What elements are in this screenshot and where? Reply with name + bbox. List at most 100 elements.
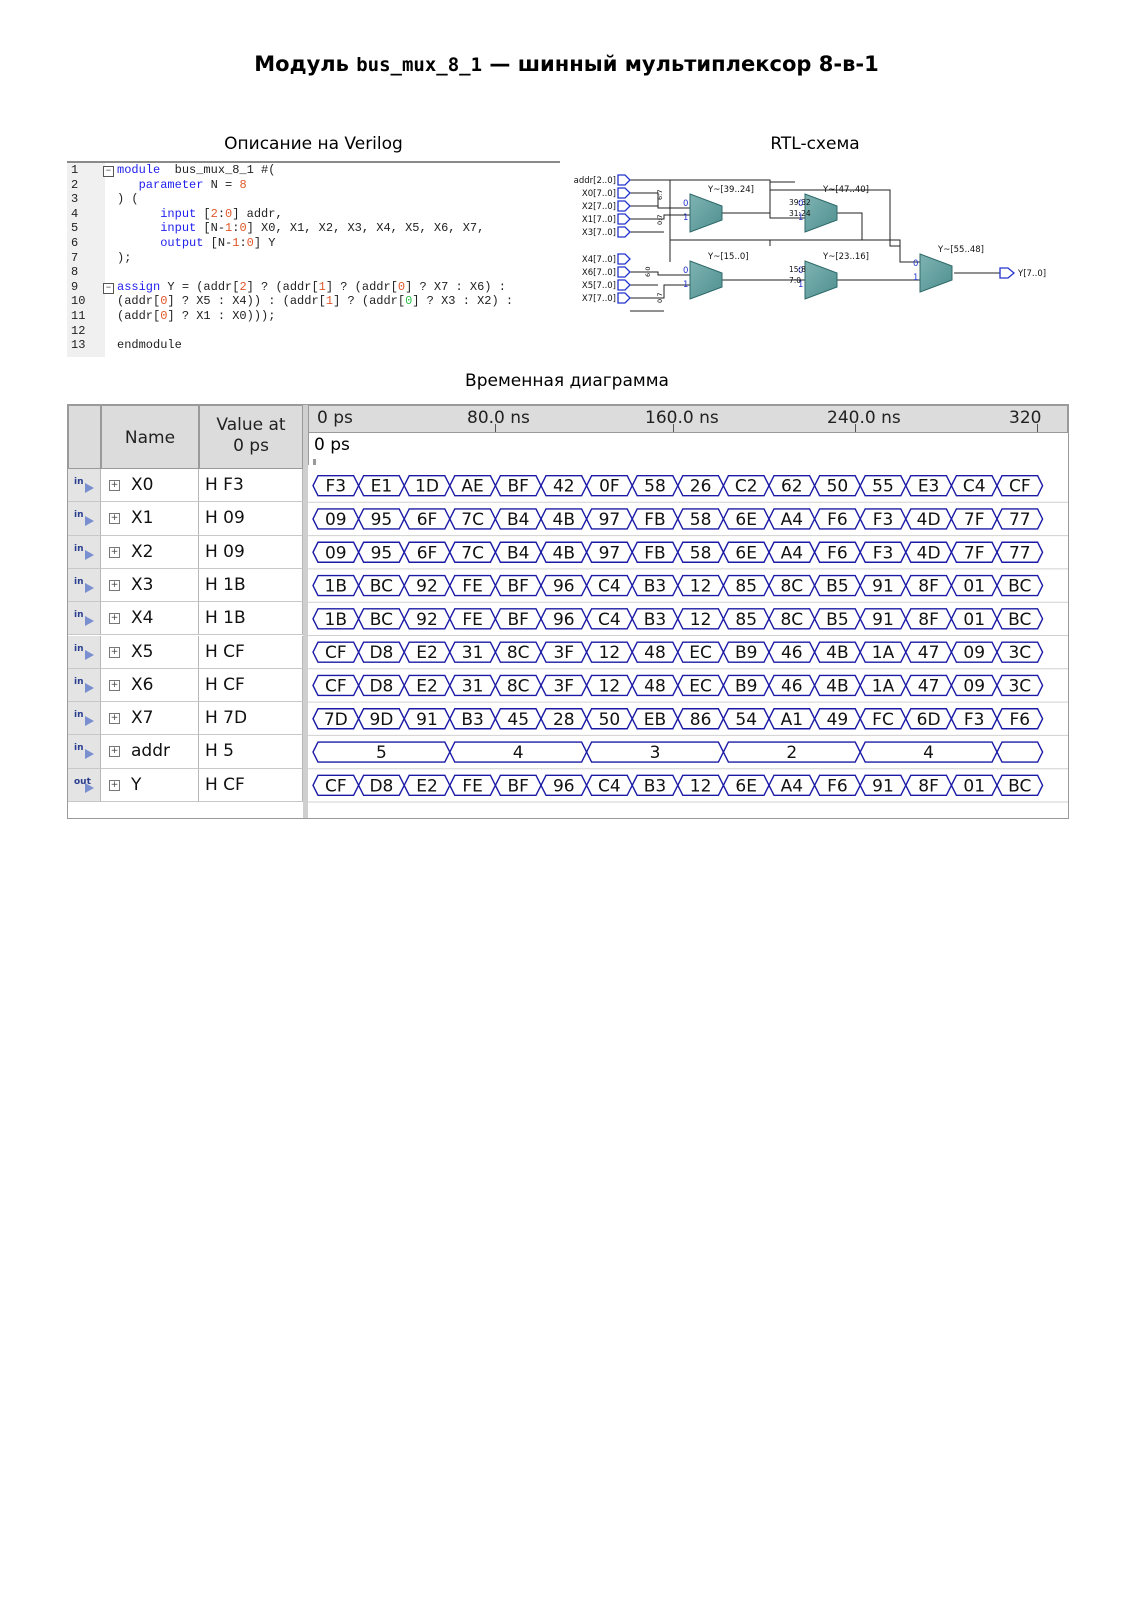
bus-value-label: 12 <box>690 776 712 796</box>
bus-value-label: 4B <box>553 510 575 530</box>
time-tick-mark <box>495 424 496 432</box>
bus-value-label: 96 <box>553 776 575 796</box>
bus-segment <box>996 741 1044 763</box>
bus-value-label: E2 <box>416 676 438 696</box>
fold-toggle-icon[interactable]: − <box>103 282 114 294</box>
pin-direction-label: in <box>74 676 84 687</box>
code-text: (addr[0] ? X1 : X0))); <box>117 309 275 324</box>
bus-value-label: 8C <box>507 643 530 663</box>
bit-tap-label: 0:7 <box>656 293 664 303</box>
time-ruler[interactable]: 0 ps 80.0 ns 160.0 ns 240.0 ns 320 <box>308 405 1068 433</box>
code-token: ] addr, <box>232 206 283 221</box>
mux-block <box>689 193 723 233</box>
cursor-marker[interactable] <box>313 459 316 465</box>
signal-name-cell[interactable]: + X1 <box>101 502 199 536</box>
expand-plus-icon[interactable]: + <box>109 546 120 558</box>
expand-plus-icon[interactable]: + <box>109 613 120 625</box>
signal-name-cell[interactable]: + X6 <box>101 668 199 703</box>
verilog-code-panel: 1− module bus_mux_8_1 #(2 parameter N = 8… <box>67 161 560 357</box>
output-port-label: Y[7..0] <box>1017 269 1046 279</box>
code-token: 0 <box>246 236 254 250</box>
mux-label: Y~[47..40] <box>822 185 869 195</box>
bus-value-label: 95 <box>371 543 393 563</box>
line-number: 2 <box>71 177 79 192</box>
expand-plus-icon[interactable]: + <box>109 513 120 525</box>
fold-toggle-icon[interactable]: − <box>103 166 114 177</box>
bus-value-label: B5 <box>826 610 848 630</box>
bus-value-label: CF <box>325 676 347 696</box>
pin-direction-label: in <box>74 643 84 654</box>
bus-value-label: 4B <box>826 643 848 663</box>
line-number: 10 <box>71 294 86 309</box>
bus-value-label: 5 <box>376 743 387 763</box>
signal-type-cell: in <box>68 702 101 736</box>
name-column-header[interactable]: Name <box>101 405 199 469</box>
bus-value-label: F3 <box>873 543 894 563</box>
signal-name-cell[interactable]: + X5 <box>101 635 199 669</box>
code-token: Y = (addr[ <box>160 279 240 294</box>
bus-value-label: EC <box>689 643 712 663</box>
expand-plus-icon[interactable]: + <box>109 646 120 658</box>
bus-value-label: 6F <box>417 543 438 563</box>
select-1-label: 1 <box>683 213 688 223</box>
bus-value-label: D8 <box>369 643 393 663</box>
expand-plus-icon[interactable]: + <box>109 579 120 591</box>
bus-value-label: 42 <box>553 477 575 497</box>
code-token: 0 <box>397 279 406 294</box>
bus-value-label: 1A <box>872 676 895 696</box>
bus-value-label: 1B <box>325 577 347 597</box>
input-pin-icon: in <box>74 743 98 761</box>
line-number: 3 <box>71 192 79 207</box>
signal-type-cell: in <box>68 469 101 503</box>
input-port-icon <box>617 253 631 265</box>
signal-name-cell[interactable]: + addr <box>101 735 199 769</box>
bus-value-label: 77 <box>1009 543 1031 563</box>
expand-plus-icon[interactable]: + <box>109 480 120 491</box>
code-token: endmodule <box>117 338 182 353</box>
signal-name-cell[interactable]: + X2 <box>101 535 199 569</box>
bus-value-label: 09 <box>325 510 347 530</box>
signal-name-cell[interactable]: + Y <box>101 768 199 802</box>
signal-name-cell[interactable]: + X0 <box>101 469 199 503</box>
pin-arrow-icon <box>85 582 94 593</box>
line-number: 12 <box>71 323 86 338</box>
bus-value-label: 3F <box>553 676 574 696</box>
bus-value-label: E2 <box>416 776 438 796</box>
bus-value-label: 09 <box>963 643 985 663</box>
pin-direction-label: in <box>74 543 84 554</box>
expand-plus-icon[interactable]: + <box>109 779 120 791</box>
bus-value-label: 77 <box>1009 510 1031 530</box>
input-port-label: addr[2..0] <box>574 176 616 186</box>
signal-name-cell[interactable]: + X3 <box>101 568 199 603</box>
bus-value-label: 01 <box>963 610 985 630</box>
signal-name-cell[interactable]: + X4 <box>101 602 199 636</box>
bus-value-label: 8C <box>780 577 803 597</box>
signal-value-cell: H CF <box>199 635 303 669</box>
bit-tap-label: 6:0 <box>644 267 652 277</box>
select-1-label: 1 <box>913 273 918 283</box>
code-text: ); <box>117 251 131 266</box>
expand-plus-icon[interactable]: + <box>109 713 120 725</box>
code-token: assign <box>117 279 161 294</box>
bus-value-label: 91 <box>872 610 894 630</box>
input-pin-icon: in <box>74 710 98 728</box>
time-tick-mark <box>1037 424 1038 432</box>
signal-name-cell[interactable]: + X7 <box>101 702 199 736</box>
bus-value-label: 58 <box>690 543 712 563</box>
bus-value-label: 4 <box>513 743 524 763</box>
code-token: N = <box>203 177 240 192</box>
signal-value-cell: H 1B <box>199 568 303 603</box>
expand-plus-icon[interactable]: + <box>109 746 120 758</box>
bus-value-label: 7C <box>461 543 484 563</box>
bus-value-label: 12 <box>690 577 712 597</box>
bus-value-label: 3F <box>553 643 574 663</box>
signal-type-cell: in <box>68 668 101 703</box>
expand-plus-icon[interactable]: + <box>109 679 120 691</box>
bus-value-label: 6E <box>735 510 757 530</box>
cursor-bar[interactable]: 0 ps <box>308 433 1067 465</box>
value-column-header[interactable]: Value at 0 ps <box>199 405 303 469</box>
code-token: input <box>160 221 197 236</box>
code-text: assign Y = (addr[2] ? (addr[1] ? (addr[0… <box>117 280 506 295</box>
rtl-schematic: addr[2..0] X0[7..0] X2[7..0] X1[7..0] X3[7..… <box>574 174 1046 312</box>
